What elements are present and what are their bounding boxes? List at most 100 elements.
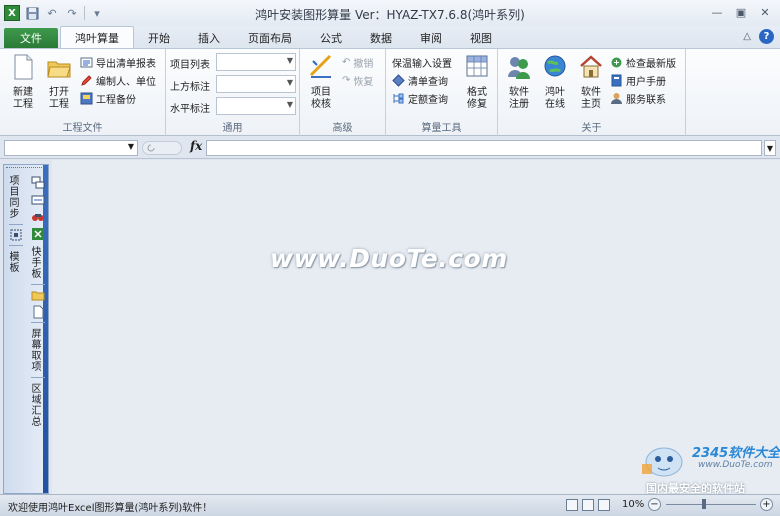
template-button[interactable]: 模板 [6, 249, 18, 275]
project-backup-button[interactable]: 工程备份 [80, 89, 136, 107]
group-project-file: 新建 工程 打开 工程 导出清单报表 编制人、单位 工程备份 工程文件 [0, 49, 166, 136]
tab-data[interactable]: 数据 [356, 28, 406, 48]
group-tools: 保温输入设置 清单查询 定额查询 格式 修复 算量工具 [386, 49, 498, 136]
editor-unit-label: 编制人、单位 [96, 76, 156, 88]
customize-qat-icon[interactable]: ▾ [89, 5, 105, 21]
project-sync-button[interactable]: 项目同步 [6, 173, 18, 221]
software-register-button[interactable]: 软件 注册 [502, 53, 536, 111]
editor-unit-button[interactable]: 编制人、单位 [80, 71, 156, 89]
project-check-button[interactable]: 项目 校核 [304, 53, 338, 111]
restore-button[interactable]: ▣ [732, 4, 750, 20]
capture-icon[interactable] [9, 228, 23, 242]
side-separator [9, 245, 23, 246]
formula-input[interactable] [206, 140, 762, 156]
chevron-down-icon[interactable]: ▼ [128, 142, 134, 151]
redo-icon[interactable]: ↷ [64, 5, 80, 21]
undo-icon[interactable]: ↶ [44, 5, 60, 21]
software-home-label-1: 软件 [581, 87, 601, 98]
side-separator [31, 377, 45, 378]
excel-icon[interactable]: X [4, 5, 20, 21]
tab-view[interactable]: 视图 [456, 28, 506, 48]
check-update-button[interactable]: 检查最新版 [610, 53, 676, 71]
insulation-settings-button[interactable]: 保温输入设置 [392, 53, 452, 71]
hongye-online-button[interactable]: 鸿叶 在线 [538, 53, 572, 111]
open-project-button[interactable]: 打开 工程 [42, 53, 76, 111]
screen-pick-button[interactable]: 屏幕取项 [28, 326, 40, 374]
zoom-in-button[interactable]: + [760, 498, 773, 511]
view-buttons [566, 499, 610, 511]
tab-home[interactable]: 开始 [134, 28, 184, 48]
page-layout-view-icon[interactable] [582, 499, 594, 511]
close-button[interactable]: ✕ [756, 4, 774, 20]
hongye-online-label-2: 在线 [545, 99, 565, 110]
globe-icon [544, 55, 566, 77]
service-contact-button[interactable]: 服务联系 [610, 89, 666, 107]
item-list-combo[interactable]: ▼ [216, 53, 296, 71]
zoom-slider-thumb[interactable] [702, 499, 706, 509]
open-folder-icon [47, 61, 71, 78]
new-file-icon [14, 54, 33, 80]
qat-separator [84, 6, 85, 20]
quick-board-button[interactable]: 快手板 [28, 244, 40, 281]
user-manual-button[interactable]: 用户手册 [610, 71, 666, 89]
check-update-label: 检查最新版 [626, 58, 676, 70]
tab-insert[interactable]: 插入 [184, 28, 234, 48]
tab-formulas[interactable]: 公式 [306, 28, 356, 48]
horizontal-label-combo[interactable]: ▼ [216, 97, 296, 115]
horizontal-label-label: 水平标注 [170, 104, 210, 115]
page-break-view-icon[interactable] [598, 499, 610, 511]
redo-button[interactable]: ↷ 恢复 [342, 71, 373, 89]
tab-file[interactable]: 文件 [4, 28, 58, 48]
side-separator [9, 224, 23, 225]
window-title: 鸿叶安装图形算量 Ver：HYAZ-TX7.6.8(鸿叶系列) [255, 8, 525, 22]
new-project-label-2: 工程 [13, 99, 33, 110]
normal-view-icon[interactable] [566, 499, 578, 511]
new-project-button[interactable]: 新建 工程 [6, 53, 40, 111]
new-file-icon[interactable] [31, 305, 45, 319]
quick-access-toolbar: X ↶ ↷ ▾ [0, 5, 105, 21]
binoculars-icon[interactable] [31, 210, 45, 224]
open-project-label-2: 工程 [49, 99, 69, 110]
help-icon[interactable]: ? [759, 29, 774, 44]
tree-icon [393, 93, 404, 103]
form-icon[interactable] [31, 193, 45, 207]
tab-hongye[interactable]: 鸿叶算量 [60, 26, 134, 48]
insert-function-button[interactable]: fx [190, 139, 202, 153]
side-column-right: 快手板 屏幕取项 区域汇总 [28, 173, 48, 429]
users-icon [508, 57, 530, 79]
expand-formula-bar-icon[interactable]: ▼ [764, 140, 776, 156]
software-home-button[interactable]: 软件 主页 [574, 53, 608, 111]
undo-button[interactable]: ↶ 撤销 [342, 53, 373, 71]
group-label-project-file: 工程文件 [62, 123, 103, 134]
undo-arrow-icon: ↶ [342, 56, 351, 68]
mascot-icon [642, 447, 683, 477]
windows-icon[interactable] [31, 176, 45, 190]
collapse-ribbon-icon[interactable]: △ [743, 31, 751, 42]
project-check-label-2: 校核 [311, 99, 331, 110]
update-icon [611, 57, 622, 67]
quota-query-button[interactable]: 定额查询 [392, 89, 448, 107]
name-box[interactable]: ▼ [4, 140, 138, 156]
toolbar-grip[interactable] [6, 167, 46, 170]
ruler-check-icon [309, 54, 332, 78]
excel-sheet-icon[interactable] [31, 227, 45, 241]
export-report-button[interactable]: 导出清单报表 [80, 53, 156, 71]
list-query-button[interactable]: 清单查询 [392, 71, 448, 89]
save-icon[interactable] [24, 5, 40, 21]
group-label-general: 通用 [222, 123, 243, 134]
tab-review[interactable]: 审阅 [406, 28, 456, 48]
new-project-label-1: 新建 [13, 87, 33, 98]
region-summary-button[interactable]: 区域汇总 [28, 381, 40, 429]
tab-page-layout[interactable]: 页面布局 [234, 28, 306, 48]
open-folder-icon[interactable] [31, 288, 45, 302]
zoom-out-button[interactable]: − [648, 498, 661, 511]
minimize-button[interactable]: — [708, 4, 726, 20]
format-repair-button[interactable]: 格式 修复 [460, 53, 494, 111]
zoom-level[interactable]: 10% [622, 499, 644, 510]
insulation-settings-label: 保温输入设置 [392, 58, 452, 70]
group-about: 软件 注册 鸿叶 在线 软件 主页 检查最新版 用户手册 服务联系 关于 [498, 49, 686, 136]
zoom-slider-track[interactable] [666, 504, 756, 505]
formula-cancel-enter-buttons[interactable] [142, 141, 182, 155]
top-label-combo[interactable]: ▼ [216, 75, 296, 93]
status-message: 欢迎使用鸿叶Excel图形算量(鸿叶系列)软件！ [8, 503, 213, 514]
